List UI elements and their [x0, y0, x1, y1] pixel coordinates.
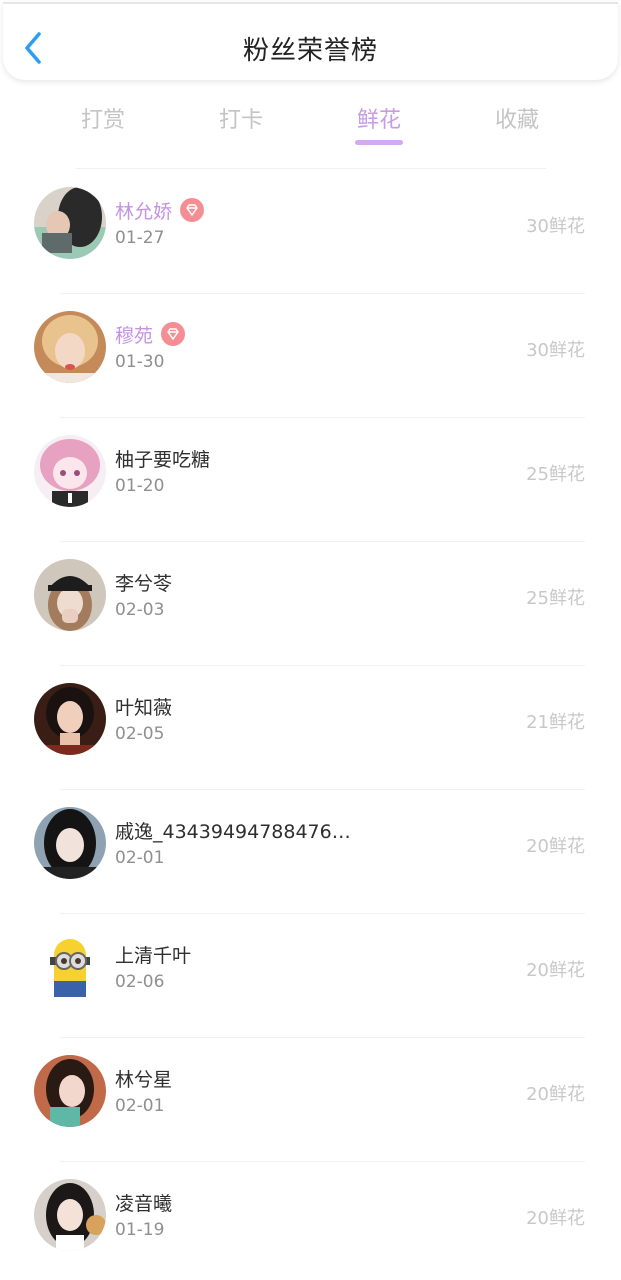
- fan-row[interactable]: 凌音曦 01-19 20鲜花: [0, 1162, 621, 1280]
- fan-name: 林兮星: [115, 1068, 173, 1091]
- flower-count: 20鲜花: [526, 1208, 585, 1229]
- flower-count: 20鲜花: [526, 1084, 585, 1105]
- flower-count: 25鲜花: [526, 588, 585, 609]
- fan-date: 02-03: [115, 600, 165, 620]
- avatar[interactable]: [34, 187, 106, 259]
- fan-row[interactable]: 叶知薇 02-05 21鲜花: [0, 666, 621, 790]
- avatar[interactable]: [34, 1179, 106, 1251]
- fan-name: 上清千叶: [115, 944, 192, 967]
- top-bar: 粉丝荣誉榜: [3, 2, 618, 80]
- fan-name: 柚子要吃糖: [115, 448, 211, 471]
- avatar[interactable]: [34, 435, 106, 507]
- flower-count: 20鲜花: [526, 960, 585, 981]
- fan-row[interactable]: 林允娇 01-27 30鲜花: [0, 170, 621, 294]
- diamond-icon: [180, 198, 205, 222]
- avatar[interactable]: [34, 931, 106, 1003]
- flower-count: 20鲜花: [526, 836, 585, 857]
- diamond-icon: [161, 322, 186, 346]
- fan-date: 01-20: [115, 476, 165, 496]
- flower-count: 21鲜花: [526, 712, 585, 733]
- fan-date: 02-01: [115, 1096, 165, 1116]
- fan-list: 林允娇 01-27 30鲜花 穆苑 01-30 30鲜花 柚子要吃糖 01-20…: [0, 170, 621, 1280]
- flower-count: 25鲜花: [526, 464, 585, 485]
- fan-date: 01-19: [115, 1220, 165, 1240]
- flower-count: 30鲜花: [526, 340, 585, 361]
- fan-date: 01-27: [115, 228, 165, 248]
- tab-reward[interactable]: 打赏: [43, 102, 163, 134]
- tab-bar: 打赏 打卡 鲜花 收藏: [0, 94, 621, 154]
- fan-row[interactable]: 上清千叶 02-06 20鲜花: [0, 914, 621, 1038]
- fan-row[interactable]: 戚逸_43439494788476… 02-01 20鲜花: [0, 790, 621, 914]
- fan-name: 叶知薇: [115, 696, 173, 719]
- fan-row[interactable]: 柚子要吃糖 01-20 25鲜花: [0, 418, 621, 542]
- avatar[interactable]: [34, 311, 106, 383]
- fan-name: 戚逸_43439494788476…: [115, 820, 351, 843]
- avatar[interactable]: [34, 1055, 106, 1127]
- active-tab-indicator: [355, 140, 403, 145]
- fan-date: 02-01: [115, 848, 165, 868]
- avatar[interactable]: [34, 683, 106, 755]
- fan-row[interactable]: 李兮苓 02-03 25鲜花: [0, 542, 621, 666]
- fan-name: 穆苑: [115, 324, 154, 347]
- fan-row[interactable]: 林兮星 02-01 20鲜花: [0, 1038, 621, 1162]
- flower-count: 30鲜花: [526, 216, 585, 237]
- fan-name: 李兮苓: [115, 572, 173, 595]
- page-title: 粉丝荣誉榜: [242, 36, 378, 66]
- fan-row[interactable]: 穆苑 01-30 30鲜花: [0, 294, 621, 418]
- tab-checkin[interactable]: 打卡: [181, 102, 301, 134]
- fan-date: 01-30: [115, 352, 165, 372]
- tab-flowers[interactable]: 鲜花: [319, 102, 439, 134]
- fan-date: 02-06: [115, 972, 165, 992]
- avatar[interactable]: [34, 559, 106, 631]
- avatar[interactable]: [34, 807, 106, 879]
- tab-favorites[interactable]: 收藏: [457, 102, 577, 134]
- fan-name: 林允娇: [115, 200, 173, 223]
- divider: [76, 168, 546, 169]
- fan-date: 02-05: [115, 724, 165, 744]
- fan-name: 凌音曦: [115, 1192, 173, 1215]
